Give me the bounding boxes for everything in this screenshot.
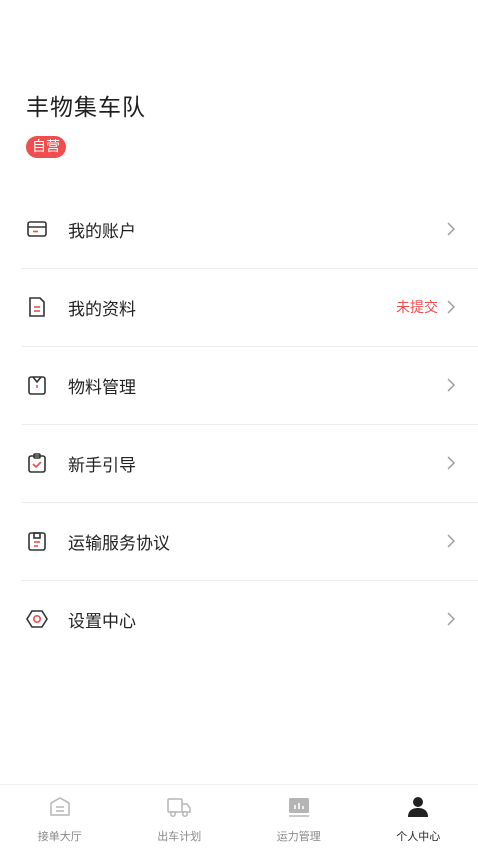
menu-item-label: 新手引导 [68,455,136,476]
wallet-card-icon [26,218,48,240]
menu-item-materials[interactable]: 物料管理 [0,346,478,424]
menu-item-my-account[interactable]: 我的账户 [0,190,478,268]
menu-item-label: 物料管理 [68,377,136,398]
menu-item-label: 我的资料 [68,299,136,320]
chevron-right-icon [446,299,456,315]
user-icon [405,795,431,819]
tab-personal-center[interactable]: 个人中心 [359,785,478,850]
capacity-chart-icon [286,795,312,819]
self-operated-badge: 自营 [26,136,66,158]
menu-item-label: 运输服务协议 [68,533,170,554]
order-hall-icon [47,795,73,819]
tab-label: 个人中心 [396,830,441,843]
chevron-right-icon [446,455,456,471]
checklist-icon [26,452,48,474]
profile-header: 丰物集车队 自营 [26,88,146,158]
document-icon [26,296,48,318]
tab-label: 接单大厅 [37,830,82,843]
menu-item-settings[interactable]: 设置中心 [0,580,478,658]
agreement-icon [26,530,48,552]
chevron-right-icon [446,611,456,627]
tab-label: 出车计划 [157,830,202,843]
chevron-right-icon [446,377,456,393]
bottom-tab-bar: 接单大厅 出车计划 运力管理 个人中心 [0,784,478,850]
chevron-right-icon [446,221,456,237]
menu-item-service-agreement[interactable]: 运输服务协议 [0,502,478,580]
menu-item-my-documents[interactable]: 我的资料 未提交 [0,268,478,346]
tab-order-hall[interactable]: 接单大厅 [0,785,120,850]
menu-item-label: 设置中心 [68,611,136,632]
settings-hexagon-icon [26,608,48,630]
chevron-right-icon [446,533,456,549]
tab-dispatch-plan[interactable]: 出车计划 [120,785,240,850]
status-badge: 未提交 [396,300,438,316]
menu-item-label: 我的账户 [68,221,136,242]
settings-menu: 我的账户 我的资料 未提交 物料管理 新手引导 运输服务协议 设置中心 [0,190,478,658]
truck-icon [166,795,192,819]
tab-label: 运力管理 [276,830,321,843]
tab-capacity-management[interactable]: 运力管理 [239,785,359,850]
team-name: 丰物集车队 [26,95,146,121]
menu-item-guide[interactable]: 新手引导 [0,424,478,502]
clothing-icon [26,374,48,396]
